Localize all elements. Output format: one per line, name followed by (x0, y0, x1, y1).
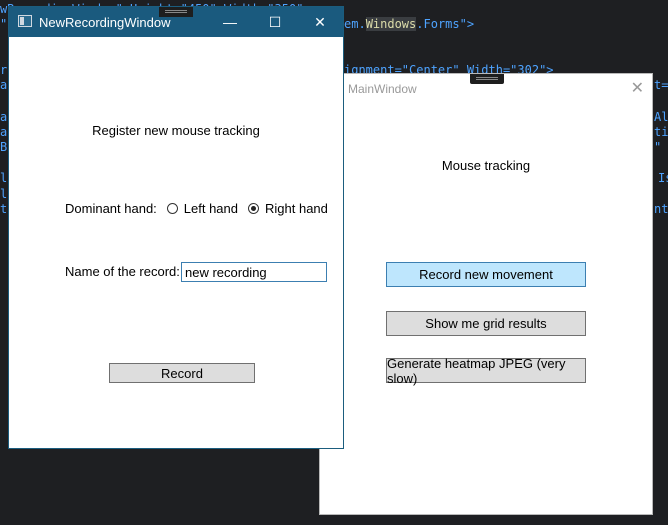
main-window: MainWindow ✕ Mouse tracking Record new m… (319, 73, 653, 515)
new-recording-window: NewRecordingWindow — ☐ ✕ Register new mo… (8, 6, 344, 449)
code-line: " (0, 17, 8, 31)
code-fragment-forms: em.Windows.Forms"> (344, 17, 475, 31)
left-hand-radio[interactable]: Left hand (166, 201, 238, 216)
record-new-movement-button[interactable]: Record new movement (386, 262, 586, 287)
code-line: Is (658, 171, 668, 185)
code-line: B (0, 140, 8, 154)
mouse-tracking-heading: Mouse tracking (441, 158, 531, 173)
dominant-hand-label: Dominant hand: (65, 201, 157, 216)
right-hand-label: Right hand (265, 201, 328, 216)
close-icon[interactable]: ✕ (297, 7, 343, 37)
left-hand-label: Left hand (183, 201, 238, 216)
code-line: t= (654, 78, 668, 92)
record-name-label: Name of the record: (65, 264, 180, 279)
minimize-icon[interactable]: — (207, 7, 253, 37)
recording-window-title: NewRecordingWindow (39, 15, 171, 30)
show-grid-results-button[interactable]: Show me grid results (386, 311, 586, 336)
record-button[interactable]: Record (109, 363, 255, 383)
app-window-icon (18, 15, 32, 27)
designer-grip-handle[interactable] (470, 74, 504, 84)
close-icon[interactable]: ✕ (631, 78, 644, 98)
designer-grip-handle[interactable] (159, 7, 193, 17)
right-hand-radio[interactable]: Right hand (248, 201, 328, 216)
main-window-title: MainWindow (348, 82, 417, 96)
code-line: tic (654, 125, 668, 139)
code-line: nt (654, 202, 668, 216)
radio-unchecked-icon[interactable] (166, 203, 178, 214)
recording-window-titlebar[interactable]: NewRecordingWindow — ☐ ✕ (9, 7, 343, 37)
dominant-hand-group: Dominant hand: Left hand Right hand (65, 201, 328, 216)
main-window-titlebar[interactable]: MainWindow ✕ (320, 74, 652, 104)
generate-heatmap-button[interactable]: Generate heatmap JPEG (very slow) (386, 356, 586, 386)
code-line: " W (654, 140, 662, 154)
record-name-input[interactable] (181, 262, 327, 282)
maximize-icon[interactable]: ☐ (252, 7, 298, 37)
radio-checked-icon[interactable] (248, 203, 259, 214)
code-line: Al (654, 110, 668, 124)
register-heading: Register new mouse tracking (92, 123, 260, 138)
